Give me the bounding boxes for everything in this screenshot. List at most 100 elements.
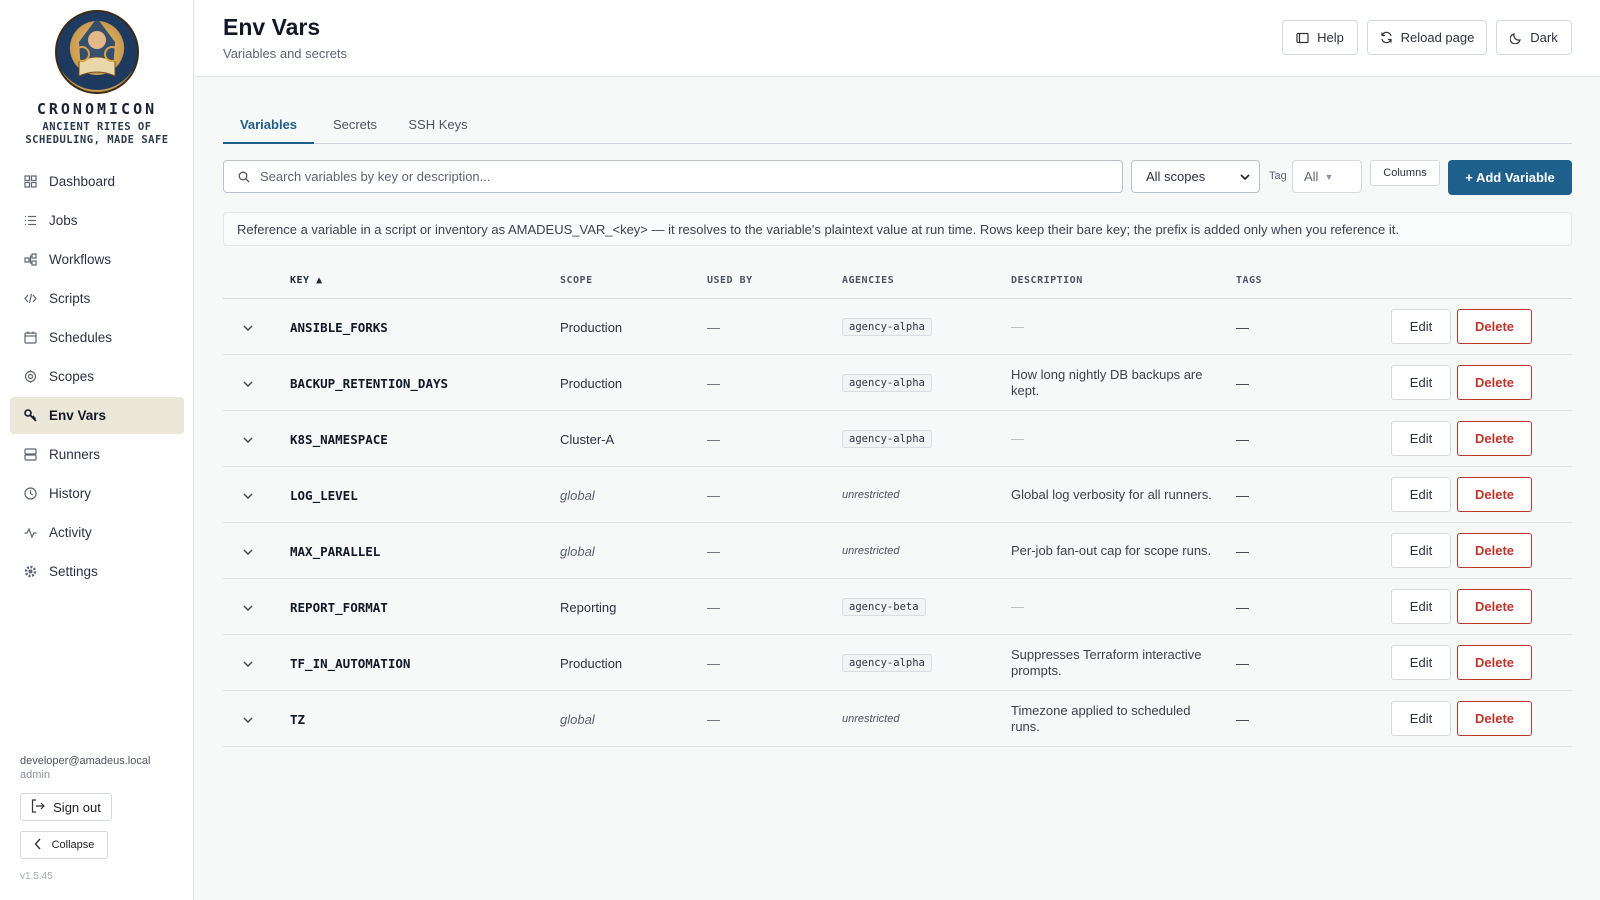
scope-select-value: All scopes <box>1146 169 1206 184</box>
table-row: ANSIBLE_FORKS Production — agency-alpha — — Ed… <box>223 299 1572 355</box>
user-role: admin <box>20 769 50 781</box>
sign-out-label: Sign out <box>53 799 101 815</box>
page-title: Env Vars <box>223 14 321 40</box>
delete-button[interactable]: Delete <box>1457 645 1532 680</box>
variable-tags: — <box>1236 711 1249 727</box>
variable-agencies: agency-alpha <box>842 299 932 355</box>
caret-down-icon: ▼ <box>1324 171 1334 182</box>
variable-tags: — <box>1236 375 1249 391</box>
add-variable-button[interactable]: + Add Variable <box>1448 160 1572 195</box>
theme-label: Dark <box>1530 30 1558 45</box>
server-icon <box>23 448 37 462</box>
tab-secrets[interactable]: Secrets <box>320 107 390 144</box>
variable-key: LOG_LEVEL <box>290 487 358 503</box>
page-subtitle: Variables and secrets <box>223 46 348 61</box>
sidebar-item-label: Runners <box>49 447 101 462</box>
sidebar-item-dashboard[interactable]: Dashboard <box>10 163 184 200</box>
sidebar-item-env-vars[interactable]: Env Vars <box>10 397 184 434</box>
table-row: TZ global — unrestricted Timezone applied to… <box>223 691 1572 747</box>
edit-button[interactable]: Edit <box>1391 533 1451 568</box>
workflow-icon <box>23 253 37 267</box>
agency-chip: agency-alpha <box>842 654 932 672</box>
scope-select[interactable]: All scopes <box>1131 160 1260 193</box>
expand-row-toggle[interactable] <box>241 411 255 467</box>
columns-button[interactable]: Columns <box>1370 160 1440 186</box>
delete-button[interactable]: Delete <box>1457 309 1532 344</box>
variable-used-by: — <box>707 431 720 447</box>
table-row: K8S_NAMESPACE Cluster-A — agency-alpha — — Edi… <box>223 411 1572 467</box>
column-header-key[interactable]: KEY ▲ <box>290 263 323 299</box>
table-row: MAX_PARALLEL global — unrestricted Per-job f… <box>223 523 1572 579</box>
column-header-used-by: USED BY <box>707 275 753 286</box>
table-row: REPORT_FORMAT Reporting — agency-beta — — Edit… <box>223 579 1572 635</box>
expand-row-toggle[interactable] <box>241 635 255 691</box>
tab-bar: Variables Secrets SSH Keys <box>223 107 1572 144</box>
expand-row-toggle[interactable] <box>241 579 255 635</box>
help-label: Help <box>1317 30 1344 45</box>
chevron-down-icon <box>243 488 253 503</box>
sidebar-item-scripts[interactable]: Scripts <box>10 280 184 317</box>
delete-button[interactable]: Delete <box>1457 365 1532 400</box>
variable-scope: Cluster-A <box>560 431 615 447</box>
chevron-down-icon <box>243 600 253 615</box>
variable-description: Suppresses Terraform interactive prompts… <box>1011 647 1202 678</box>
sidebar-item-workflows[interactable]: Workflows <box>10 241 184 278</box>
sidebar-item-label: Env Vars <box>49 408 107 423</box>
delete-button[interactable]: Delete <box>1457 421 1532 456</box>
variable-agencies: unrestricted <box>842 691 899 747</box>
variable-key: TF_IN_AUTOMATION <box>290 655 411 671</box>
target-icon <box>23 370 37 384</box>
variable-key: K8S_NAMESPACE <box>290 431 388 447</box>
variable-used-by: — <box>707 655 720 671</box>
app-version: v1.5.45 <box>20 871 53 882</box>
sidebar-item-activity[interactable]: Activity <box>10 514 184 551</box>
delete-button[interactable]: Delete <box>1457 477 1532 512</box>
edit-button[interactable]: Edit <box>1391 645 1451 680</box>
variable-scope: Reporting <box>560 599 617 615</box>
collapse-label: Collapse <box>51 839 95 851</box>
chevron-down-icon <box>1239 171 1251 186</box>
delete-button[interactable]: Delete <box>1457 701 1532 736</box>
expand-row-toggle[interactable] <box>241 467 255 523</box>
tag-filter-value: All <box>1304 169 1319 184</box>
edit-button[interactable]: Edit <box>1391 589 1451 624</box>
sidebar-item-settings[interactable]: Settings <box>10 553 184 590</box>
sign-out-button[interactable]: Sign out <box>20 793 112 821</box>
delete-button[interactable]: Delete <box>1457 533 1532 568</box>
variable-tags: — <box>1236 655 1249 671</box>
edit-button[interactable]: Edit <box>1391 309 1451 344</box>
sidebar-item-schedules[interactable]: Schedules <box>10 319 184 356</box>
user-email: developer@amadeus.local <box>20 755 151 767</box>
sidebar-item-scopes[interactable]: Scopes <box>10 358 184 395</box>
dark-mode-toggle[interactable]: Dark <box>1496 20 1572 55</box>
edit-button[interactable]: Edit <box>1391 701 1451 736</box>
variable-agencies: unrestricted <box>842 467 899 523</box>
edit-button[interactable]: Edit <box>1391 421 1451 456</box>
tag-filter-select[interactable]: All ▼ <box>1292 160 1362 193</box>
sidebar-item-jobs[interactable]: Jobs <box>10 202 184 239</box>
gear-icon <box>23 565 37 579</box>
tab-variables[interactable]: Variables <box>223 107 314 144</box>
expand-row-toggle[interactable] <box>241 523 255 579</box>
variable-key: BACKUP_RETENTION_DAYS <box>290 375 449 391</box>
expand-row-toggle[interactable] <box>241 355 255 411</box>
collapse-button[interactable]: Collapse <box>20 831 108 859</box>
variable-description: — <box>1011 599 1024 614</box>
help-button[interactable]: Help <box>1282 20 1358 55</box>
expand-row-toggle[interactable] <box>241 299 255 355</box>
expand-row-toggle[interactable] <box>241 691 255 747</box>
delete-button[interactable]: Delete <box>1457 589 1532 624</box>
variable-agencies: agency-alpha <box>842 355 932 411</box>
variable-key: MAX_PARALLEL <box>290 543 381 559</box>
edit-button[interactable]: Edit <box>1391 477 1451 512</box>
moon-icon <box>1510 32 1522 44</box>
sidebar-item-history[interactable]: History <box>10 475 184 512</box>
search-input[interactable] <box>260 169 1100 184</box>
variable-description: — <box>1011 319 1024 334</box>
reload-page-button[interactable]: Reload page <box>1367 20 1487 55</box>
edit-button[interactable]: Edit <box>1391 365 1451 400</box>
chevron-left-icon <box>34 838 42 853</box>
column-header-description: DESCRIPTION <box>1011 275 1083 286</box>
sidebar-item-runners[interactable]: Runners <box>10 436 184 473</box>
tab-ssh-keys[interactable]: SSH Keys <box>398 107 478 144</box>
